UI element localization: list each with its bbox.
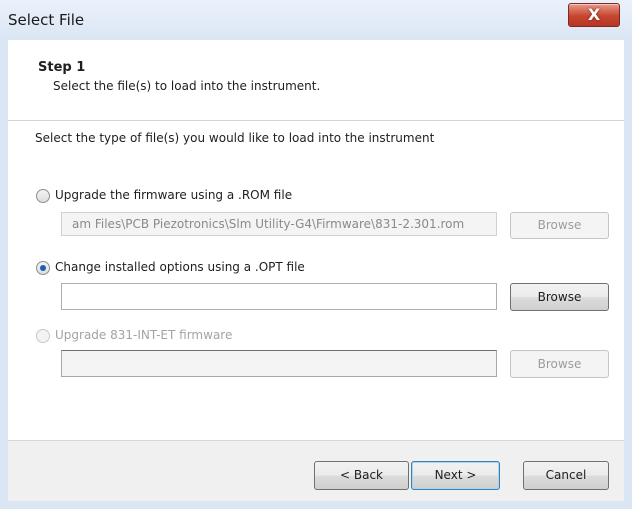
step-title: Step 1	[38, 60, 86, 75]
radio-selected-dot	[40, 265, 46, 271]
radio-change-options[interactable]	[36, 261, 50, 275]
browse-int-et-button[interactable]: Browse	[510, 350, 609, 378]
close-button[interactable]: X	[568, 3, 620, 27]
radio-upgrade-int-et[interactable]	[36, 329, 50, 343]
back-button[interactable]: < Back	[314, 461, 409, 490]
opt-path-field[interactable]	[61, 283, 497, 310]
option-label-upgrade-rom: Upgrade the firmware using a .ROM file	[55, 188, 293, 202]
window-frame-left	[0, 40, 8, 501]
instruction-text: Select the type of file(s) you would lik…	[35, 131, 435, 145]
radio-upgrade-rom[interactable]	[36, 189, 50, 203]
option-label-change-options: Change installed options using a .OPT fi…	[55, 260, 305, 274]
window-title: Select File	[8, 11, 85, 29]
browse-rom-button[interactable]: Browse	[510, 212, 609, 239]
next-button[interactable]: Next >	[411, 461, 500, 490]
rom-path-field[interactable]: am Files\PCB Piezotronics\Slm Utility-G4…	[61, 212, 497, 236]
close-icon: X	[587, 5, 601, 24]
step-description: Select the file(s) to load into the inst…	[53, 79, 321, 93]
option-label-upgrade-int-et: Upgrade 831-INT-ET firmware	[55, 328, 233, 342]
cancel-button[interactable]: Cancel	[523, 461, 609, 490]
window-frame-right	[624, 40, 632, 501]
browse-opt-button[interactable]: Browse	[510, 283, 609, 311]
int-et-path-field[interactable]	[61, 350, 497, 377]
window-frame-bottom	[0, 501, 632, 509]
title-bar: Select File X	[0, 0, 632, 41]
